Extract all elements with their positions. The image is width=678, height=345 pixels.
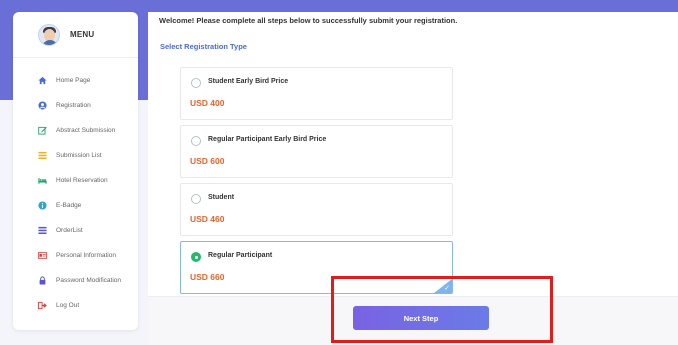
option-label: Regular Participant <box>208 252 273 259</box>
option-label: Student <box>208 194 235 201</box>
sidebar-item-e-badge[interactable]: E-Badge <box>13 195 138 215</box>
menu-header: MENU <box>13 12 138 58</box>
checkmark-icon: ✓ <box>444 285 450 292</box>
option-price: USD 660 <box>190 272 225 282</box>
menu-title: MENU <box>70 30 95 39</box>
edit-icon <box>38 126 47 135</box>
id-card-icon <box>38 251 47 260</box>
user-circle-icon <box>38 100 47 110</box>
radio-button[interactable] <box>191 78 201 88</box>
registration-option-regular-early-bird[interactable]: Regular Participant Early Bird Price USD… <box>180 125 453 178</box>
bed-icon <box>38 176 47 185</box>
list-icon <box>38 151 47 160</box>
welcome-bar: Welcome! Please complete all steps below… <box>148 12 678 36</box>
option-price: USD 460 <box>190 214 225 224</box>
sidebar-item-registration[interactable]: Registration <box>13 95 138 115</box>
sidebar-item-log-out[interactable]: Log Out <box>13 295 138 315</box>
lock-icon <box>38 275 47 285</box>
next-step-button[interactable]: Next Step <box>353 306 489 330</box>
sidebar-item-submission-list[interactable]: Submission List <box>13 145 138 165</box>
sidebar-item-personal-information[interactable]: Personal Information <box>13 245 138 265</box>
sidebar-item-home-page[interactable]: Home Page <box>13 70 138 90</box>
sidebar-item-label: Abstract Submission <box>56 126 116 134</box>
info-icon <box>38 200 47 210</box>
radio-button-selected[interactable] <box>191 252 201 262</box>
radio-button[interactable] <box>191 136 201 146</box>
option-label: Regular Participant Early Bird Price <box>208 136 327 143</box>
sidebar-item-label: Registration <box>56 101 91 109</box>
order-list-icon <box>38 226 47 235</box>
sidebar-item-label: Log Out <box>56 301 80 309</box>
option-label: Student Early Bird Price <box>208 78 289 85</box>
sidebar-item-label: Home Page <box>56 76 91 84</box>
registration-panel: Select Registration Type Student Early B… <box>148 36 678 296</box>
footer-bar: Next Step <box>148 276 678 345</box>
sidebar-item-label: E-Badge <box>56 201 82 209</box>
sidebar-item-orderlist[interactable]: OrderList <box>13 220 138 240</box>
sidebar-item-label: OrderList <box>56 226 83 234</box>
radio-button[interactable] <box>191 194 201 204</box>
option-price: USD 400 <box>190 98 225 108</box>
sidebar-item-hotel-reservation[interactable]: Hotel Reservation <box>13 170 138 190</box>
sidebar-item-password-modification[interactable]: Password Modification <box>13 270 138 290</box>
sidebar-item-label: Personal Information <box>56 251 116 259</box>
sidebar-item-label: Password Modification <box>56 276 122 284</box>
sidebar-item-label: Hotel Reservation <box>56 176 108 184</box>
sidebar: MENU Home Page Registration Abstract Sub… <box>13 12 138 330</box>
registration-option-student[interactable]: Student USD 460 <box>180 183 453 236</box>
content-area: Welcome! Please complete all steps below… <box>148 0 678 345</box>
home-icon <box>38 76 47 85</box>
registration-option-student-early-bird[interactable]: Student Early Bird Price USD 400 <box>180 67 453 120</box>
section-title: Select Registration Type <box>160 42 247 51</box>
logout-icon <box>38 301 47 310</box>
welcome-message: Welcome! Please complete all steps below… <box>159 16 458 25</box>
avatar[interactable] <box>38 23 60 46</box>
sidebar-item-label: Submission List <box>56 151 102 159</box>
option-price: USD 600 <box>190 156 225 166</box>
registration-option-regular-participant[interactable]: Regular Participant USD 660 ✓ <box>180 241 453 294</box>
sidebar-item-abstract-submission[interactable]: Abstract Submission <box>13 120 138 140</box>
